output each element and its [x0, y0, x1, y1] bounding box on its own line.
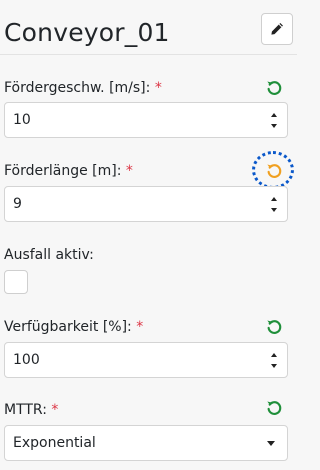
- length-value: 9: [13, 196, 22, 212]
- length-reset-button[interactable]: [263, 160, 285, 182]
- required-marker: *: [136, 319, 144, 335]
- required-marker: *: [154, 80, 162, 96]
- chevron-down-icon: [267, 441, 275, 446]
- spin-down-icon[interactable]: [271, 364, 277, 368]
- required-marker: *: [51, 402, 59, 418]
- reset-icon: [267, 320, 282, 334]
- required-marker: *: [125, 163, 133, 179]
- mttr-select[interactable]: Exponential: [4, 425, 288, 461]
- availability-input[interactable]: 100: [4, 342, 288, 378]
- spin-down-icon[interactable]: [271, 124, 277, 128]
- speed-spinner[interactable]: [271, 109, 279, 133]
- length-label: Förderlänge [m]: *: [4, 163, 133, 179]
- properties-panel: Conveyor_01 Fördergeschw. [m/s]: * 10 Fö…: [0, 0, 297, 470]
- reset-icon: [267, 164, 282, 178]
- speed-label: Fördergeschw. [m/s]: *: [4, 80, 162, 96]
- spin-up-icon[interactable]: [271, 113, 277, 117]
- spin-up-icon[interactable]: [271, 197, 277, 201]
- failure-checkbox[interactable]: [4, 270, 28, 294]
- speed-input[interactable]: 10: [4, 102, 288, 138]
- availability-value: 100: [13, 352, 40, 368]
- panel-header: Conveyor_01: [4, 13, 293, 55]
- availability-spinner[interactable]: [271, 349, 279, 373]
- length-spinner[interactable]: [271, 193, 279, 217]
- failure-label: Ausfall aktiv:: [4, 247, 94, 263]
- speed-value: 10: [13, 112, 31, 128]
- availability-label: Verfügbarkeit [%]: *: [4, 319, 144, 335]
- mttr-reset-button[interactable]: [263, 397, 285, 419]
- spin-up-icon[interactable]: [271, 353, 277, 357]
- edit-button[interactable]: [261, 13, 293, 45]
- mttr-selected-value: Exponential: [13, 435, 96, 451]
- reset-icon: [267, 81, 282, 95]
- length-input[interactable]: 9: [4, 186, 288, 222]
- page-title: Conveyor_01: [4, 18, 170, 47]
- mttr-label: MTTR: *: [4, 402, 59, 418]
- header-divider: [0, 54, 297, 55]
- availability-reset-button[interactable]: [263, 316, 285, 338]
- reset-icon: [267, 401, 282, 415]
- pencil-icon: [271, 23, 283, 35]
- speed-reset-button[interactable]: [263, 77, 285, 99]
- spin-down-icon[interactable]: [271, 208, 277, 212]
